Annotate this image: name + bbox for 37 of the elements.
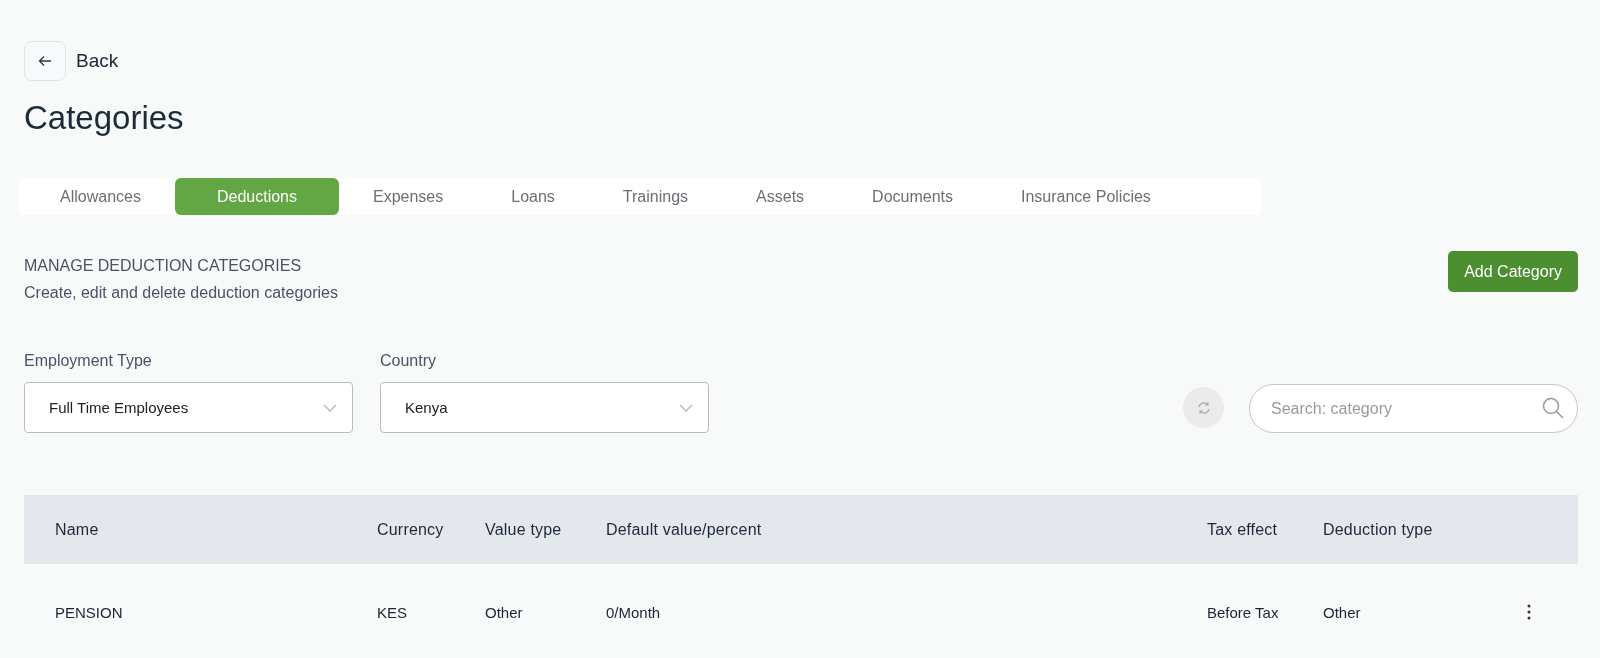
section-description: Create, edit and delete deduction categories [24,284,338,302]
table-cell-text: PENSION [55,603,124,621]
table-cell-text: Other [1323,603,1362,621]
column-header: Value type [485,520,563,539]
filter-label: Employment Type [24,352,153,370]
tab[interactable]: Insurance Policies [987,178,1185,215]
filter-label: Country [380,352,438,370]
tab[interactable]: Deductions [174,178,339,215]
chevron-down-icon [679,403,693,412]
add-category-button[interactable]: Add Category [1448,251,1578,292]
section-heading: MANAGE DEDUCTION CATEGORIES [24,257,303,275]
tab[interactable]: Assets [722,178,839,215]
tab[interactable]: Loans [477,178,589,215]
tab[interactable]: Allowances [38,178,175,215]
column-header: Deduction type [1323,520,1434,539]
search-field[interactable]: Search: category [1249,384,1578,433]
refresh-icon [1195,399,1212,416]
arrow-left-icon [38,55,52,67]
table-cell-text: KES [377,603,408,621]
tab[interactable]: Documents [838,178,987,215]
tab[interactable]: Expenses [339,178,478,215]
dropdown-field[interactable]: Full Time Employees [24,382,353,433]
column-header: Default value/percent [606,520,763,539]
chevron-down-icon [323,403,337,412]
back-button[interactable] [24,41,66,81]
table-cell-text: Other [485,603,524,621]
tab[interactable]: Trainings [588,178,723,215]
column-header: Currency [377,520,445,539]
table-cell-text: Before Tax [1207,603,1280,621]
dropdown-field[interactable]: Kenya [380,382,709,433]
page-title: Categories [24,99,185,137]
more-options-icon[interactable] [1527,604,1531,620]
column-header: Tax effect [1207,520,1279,539]
back-label[interactable]: Back [76,50,119,72]
search-icon [1542,397,1564,419]
table-cell-text: 0/Month [606,603,662,621]
column-header: Name [55,520,100,539]
